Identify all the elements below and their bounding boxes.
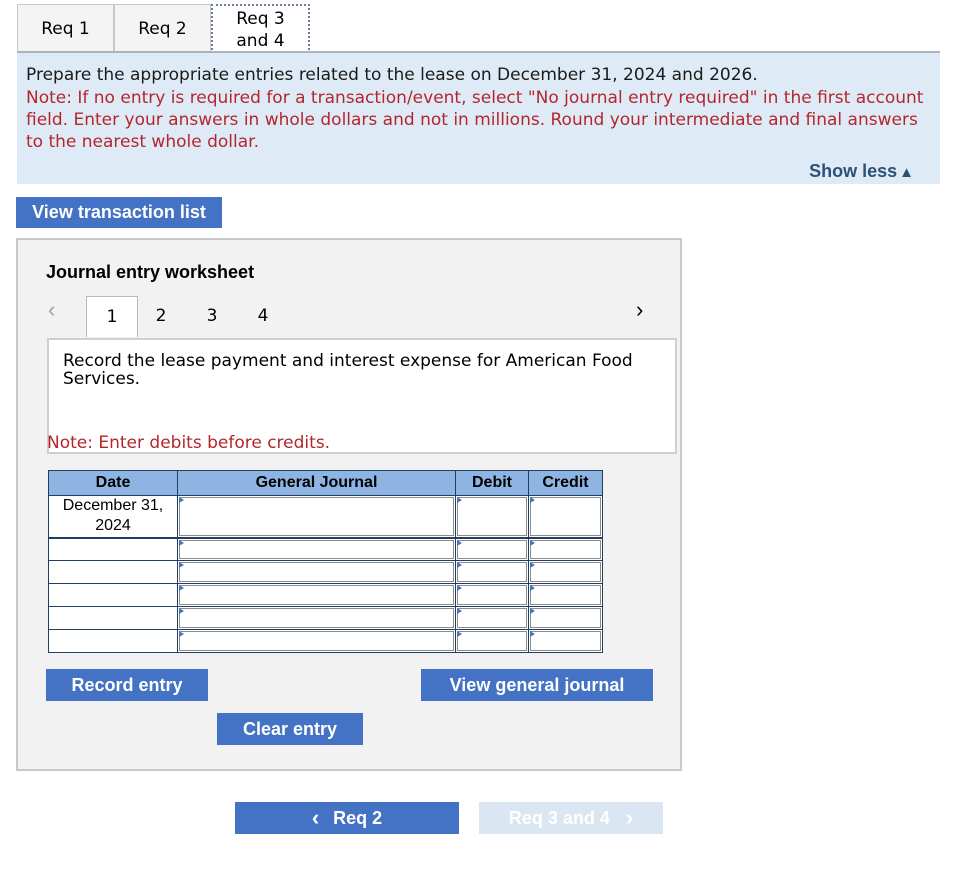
page-tab-3[interactable]: 3: [194, 296, 230, 336]
tab-req-1[interactable]: Req 1: [17, 4, 114, 53]
date-cell: [48, 560, 178, 584]
account-cell: [177, 629, 456, 653]
credit-input[interactable]: [530, 562, 601, 582]
instructions-text: Prepare the appropriate entries related …: [26, 65, 758, 85]
table-row: [48, 606, 603, 630]
tab-label: Req 2: [138, 19, 187, 39]
table-row: [48, 537, 603, 561]
account-cell: [177, 583, 456, 607]
chevron-left-icon: ‹: [311, 805, 320, 830]
credit-input[interactable]: [530, 539, 601, 559]
debit-cell: [455, 629, 529, 653]
next-req-label: Req 3 and 4: [508, 807, 610, 828]
chevron-left-icon[interactable]: ‹: [48, 297, 55, 323]
date-cell: [48, 606, 178, 630]
view-transaction-list-button[interactable]: View transaction list: [16, 197, 222, 228]
credit-cell: [528, 537, 603, 561]
triangle-up-icon: ▲: [899, 164, 914, 181]
account-input[interactable]: [179, 539, 454, 559]
instructions-note: Note: If no entry is required for a tran…: [26, 88, 924, 152]
date-cell: [48, 537, 178, 561]
debit-input[interactable]: [457, 539, 527, 559]
debit-input[interactable]: [457, 562, 527, 582]
table-row: December 31, 2024: [48, 495, 603, 539]
credit-input[interactable]: [530, 497, 601, 536]
next-req-button[interactable]: Req 3 and 4 ›: [479, 802, 663, 834]
credit-cell: [528, 495, 603, 539]
page-tab-4[interactable]: 4: [245, 296, 281, 336]
tab-label: Req 3 and 4: [236, 9, 285, 51]
account-input[interactable]: [179, 562, 454, 582]
credit-cell: [528, 560, 603, 584]
credit-input[interactable]: [530, 585, 601, 605]
date-cell: [48, 629, 178, 653]
credit-cell: [528, 606, 603, 630]
tab-req-3-and-4[interactable]: Req 3 and 4: [211, 4, 310, 54]
general-journal-header: General Journal: [177, 470, 456, 496]
credit-header: Credit: [528, 470, 603, 496]
view-general-journal-button[interactable]: View general journal: [421, 669, 653, 701]
show-less-link[interactable]: Show less ▲: [809, 161, 914, 182]
prev-req-button[interactable]: ‹ Req 2: [235, 802, 459, 834]
tab-label: Req 1: [41, 19, 90, 39]
credit-input[interactable]: [530, 631, 601, 651]
debit-input[interactable]: [457, 497, 527, 536]
account-input[interactable]: [179, 631, 454, 651]
table-row: [48, 583, 603, 607]
page-tab-2[interactable]: 2: [143, 296, 179, 336]
debit-cell: [455, 495, 529, 539]
instructions-panel: Prepare the appropriate entries related …: [17, 53, 940, 184]
debit-header: Debit: [455, 470, 529, 496]
debit-cell: [455, 583, 529, 607]
table-row: [48, 560, 603, 584]
table-row: [48, 629, 603, 653]
debits-note: Note: Enter debits before credits.: [47, 433, 331, 453]
credit-cell: [528, 583, 603, 607]
date-header: Date: [48, 470, 178, 496]
account-input[interactable]: [179, 585, 454, 605]
chevron-right-icon[interactable]: ›: [636, 297, 643, 323]
date-cell: December 31, 2024: [48, 495, 178, 539]
tab-req-2[interactable]: Req 2: [114, 4, 211, 53]
journal-table: Date General Journal Debit Credit Decemb…: [48, 470, 603, 653]
account-input[interactable]: [179, 497, 454, 536]
debit-input[interactable]: [457, 631, 527, 651]
prev-req-label: Req 2: [333, 807, 383, 828]
table-header-row: Date General Journal Debit Credit: [48, 470, 603, 496]
worksheet-title: Journal entry worksheet: [46, 262, 255, 282]
account-cell: [177, 606, 456, 630]
debit-cell: [455, 606, 529, 630]
account-input[interactable]: [179, 608, 454, 628]
date-cell: [48, 583, 178, 607]
debit-input[interactable]: [457, 608, 527, 628]
credit-cell: [528, 629, 603, 653]
debit-input[interactable]: [457, 585, 527, 605]
record-entry-button[interactable]: Record entry: [46, 669, 208, 701]
account-cell: [177, 495, 456, 539]
credit-input[interactable]: [530, 608, 601, 628]
account-cell: [177, 537, 456, 561]
chevron-right-icon: ›: [625, 805, 634, 830]
debit-cell: [455, 560, 529, 584]
debit-cell: [455, 537, 529, 561]
account-cell: [177, 560, 456, 584]
clear-entry-button[interactable]: Clear entry: [217, 713, 363, 745]
journal-entry-worksheet: Journal entry worksheet ‹ 1 2 3 4 › Reco…: [16, 238, 682, 771]
page-tab-1[interactable]: 1: [86, 296, 138, 337]
